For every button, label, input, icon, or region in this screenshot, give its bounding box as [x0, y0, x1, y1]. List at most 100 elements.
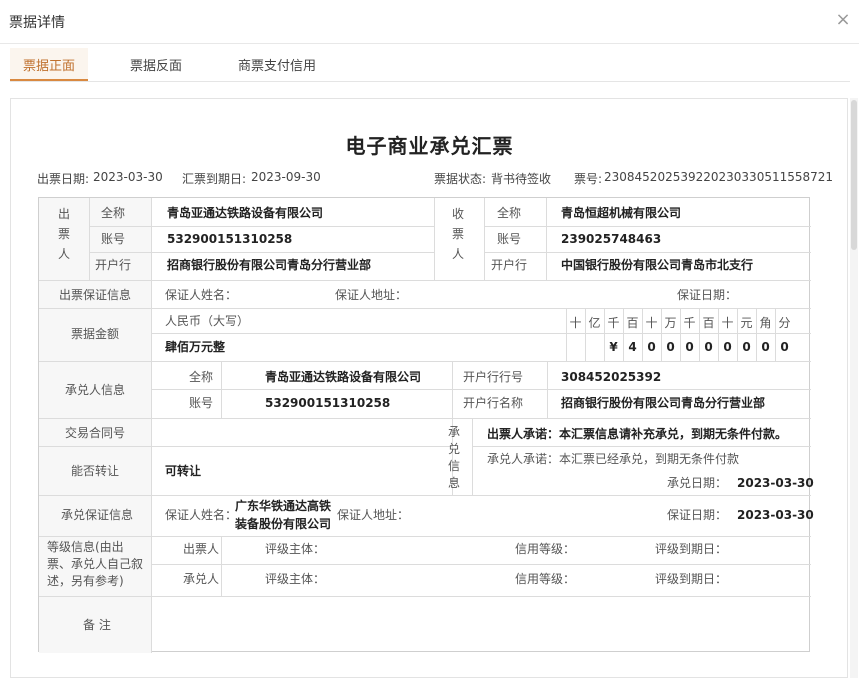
accept-guarantor-name-line1: 广东华铁通达高铁	[235, 499, 332, 513]
payee-name: 青岛恒超机械有限公司	[561, 206, 682, 220]
tab-bill-front[interactable]: 票据正面	[23, 55, 75, 74]
amount-rmb-label: 人民币（大写）	[165, 314, 250, 328]
divider	[151, 333, 811, 334]
divider	[434, 198, 435, 280]
amount-unit-cell: 十	[645, 316, 658, 330]
amount-digit-cell: 0	[723, 340, 732, 354]
remarks-label: 备 注	[83, 618, 111, 632]
transferable-value: 可转让	[165, 464, 202, 478]
rating-drawer-subject-label: 评级主体：	[265, 542, 326, 556]
tab-payment-credit[interactable]: 商票支付信用	[238, 55, 316, 74]
divider	[89, 226, 434, 227]
amount-unit-cell: 百	[626, 316, 639, 330]
bill-number-label: 票号:	[574, 172, 603, 186]
drawer-bank: 招商银行股份有限公司青岛分行营业部	[167, 258, 372, 272]
accept-guarantor-address-label: 保证人地址：	[337, 508, 410, 522]
issue-date-label: 出票日期:	[37, 172, 90, 186]
drawer-bank-label: 开户行	[95, 258, 132, 272]
rating-drawer-label: 出票人	[183, 542, 220, 556]
tab-bill-back[interactable]: 票据反面	[130, 55, 182, 74]
acceptor-name: 青岛亚通达铁路设备有限公司	[265, 370, 422, 384]
divider	[151, 564, 811, 565]
bill-title: 电子商业承兑汇票	[345, 134, 514, 158]
divider	[39, 308, 811, 309]
amount-unit-cell: 亿	[588, 316, 601, 330]
rating-label-line2: 票、承兑人自己叙	[47, 557, 144, 571]
rating-label-line1: 等级信息(由出	[47, 540, 124, 554]
amount-label: 票据金额	[71, 327, 120, 341]
amount-unit-cell: 角	[759, 316, 772, 330]
divider	[585, 308, 586, 361]
payee-name-label: 全称	[497, 206, 522, 220]
status-badge: 背书待签收	[491, 172, 552, 186]
acceptor-promise: 承兑人承诺：本汇票已经承兑，到期无条件付款	[487, 452, 740, 466]
due-date-label: 汇票到期日:	[182, 172, 247, 186]
amount-unit-cell: 分	[778, 316, 791, 330]
amount-digit-cell: 0	[685, 340, 694, 354]
acceptance-side-label: 承兑信息	[447, 425, 460, 490]
amount-digit-cell: 0	[742, 340, 751, 354]
rating-acceptor-due-label: 评级到期日：	[655, 572, 728, 586]
payee-bank: 中国银行股份有限公司青岛市北支行	[561, 258, 754, 272]
amount-digit-cell: 0	[704, 340, 713, 354]
amount-digit-cell: 0	[647, 340, 656, 354]
dialog-header: 票据详情 ×	[0, 0, 859, 44]
divider	[484, 198, 485, 280]
amount-digit-cell: 0	[666, 340, 675, 354]
divider	[151, 536, 152, 596]
divider	[39, 418, 811, 419]
acceptor-bank-no: 308452025392	[561, 370, 662, 384]
close-icon[interactable]: ×	[833, 10, 853, 30]
accept-guarantee-date-label: 保证日期：	[667, 508, 728, 522]
divider	[39, 280, 811, 281]
tab-active-underline	[10, 79, 88, 81]
payee-side-label: 收票人	[451, 207, 464, 261]
dialog-title: 票据详情	[9, 15, 65, 31]
divider	[472, 446, 811, 447]
amount-unit-cell: 元	[740, 316, 753, 330]
amount-unit-cell: 十	[569, 316, 582, 330]
transferable-label: 能否转让	[71, 464, 120, 478]
divider	[472, 418, 473, 495]
rating-acceptor-subject-label: 评级主体：	[265, 572, 326, 586]
accept-guarantee-date: 2023-03-30	[737, 508, 814, 522]
drawer-name: 青岛亚通达铁路设备有限公司	[167, 206, 324, 220]
divider	[39, 495, 811, 496]
accept-guarantor-name-line2: 装备股份有限公司	[235, 517, 332, 531]
amount-digit-cell: 4	[628, 340, 637, 354]
contract-label: 交易合同号	[65, 426, 126, 440]
drawer-promise: 出票人承诺：本汇票信息请补充承兑，到期无条件付款。	[487, 427, 788, 441]
amount-unit-cell: 千	[607, 316, 620, 330]
divider	[39, 596, 811, 597]
bill-table: 出票人 全称 青岛亚通达铁路设备有限公司 账号 532900151310258 …	[38, 197, 814, 653]
acceptance-date-label: 承兑日期：	[667, 476, 728, 490]
divider	[151, 389, 811, 390]
divider	[547, 361, 548, 418]
scrollbar-thumb[interactable]	[851, 100, 857, 250]
amount-unit-cell: 千	[683, 316, 696, 330]
divider	[151, 198, 152, 280]
acceptor-bank-name: 招商银行股份有限公司青岛分行营业部	[561, 396, 766, 410]
amount-words: 肆佰万元整	[165, 340, 226, 354]
guarantor-name-label: 保证人姓名：	[165, 288, 238, 302]
divider	[484, 252, 811, 253]
acceptor-account-label: 账号	[189, 396, 214, 410]
amount-unit-cell: 万	[664, 316, 677, 330]
issue-date: 2023-03-30	[93, 170, 163, 184]
divider	[221, 361, 222, 418]
payee-account-label: 账号	[497, 232, 522, 246]
payee-bank-label: 开户行	[491, 258, 528, 272]
accept-guarantee-label: 承兑保证信息	[61, 508, 134, 522]
divider	[484, 226, 811, 227]
rating-acceptor-level-label: 信用等级：	[515, 572, 576, 586]
amount-digit-cell: 0	[780, 340, 789, 354]
drawer-side-label: 出票人	[57, 207, 70, 261]
status-label: 票据状态:	[434, 172, 487, 186]
divider	[89, 198, 90, 280]
guarantor-address-label: 保证人地址：	[335, 288, 408, 302]
rating-label-line3: 述，另有参考)	[47, 574, 124, 588]
acceptor-account: 532900151310258	[265, 396, 391, 410]
acceptor-bank-no-label: 开户行行号	[463, 370, 524, 384]
amount-unit-cell: 百	[702, 316, 715, 330]
divider	[221, 536, 222, 596]
